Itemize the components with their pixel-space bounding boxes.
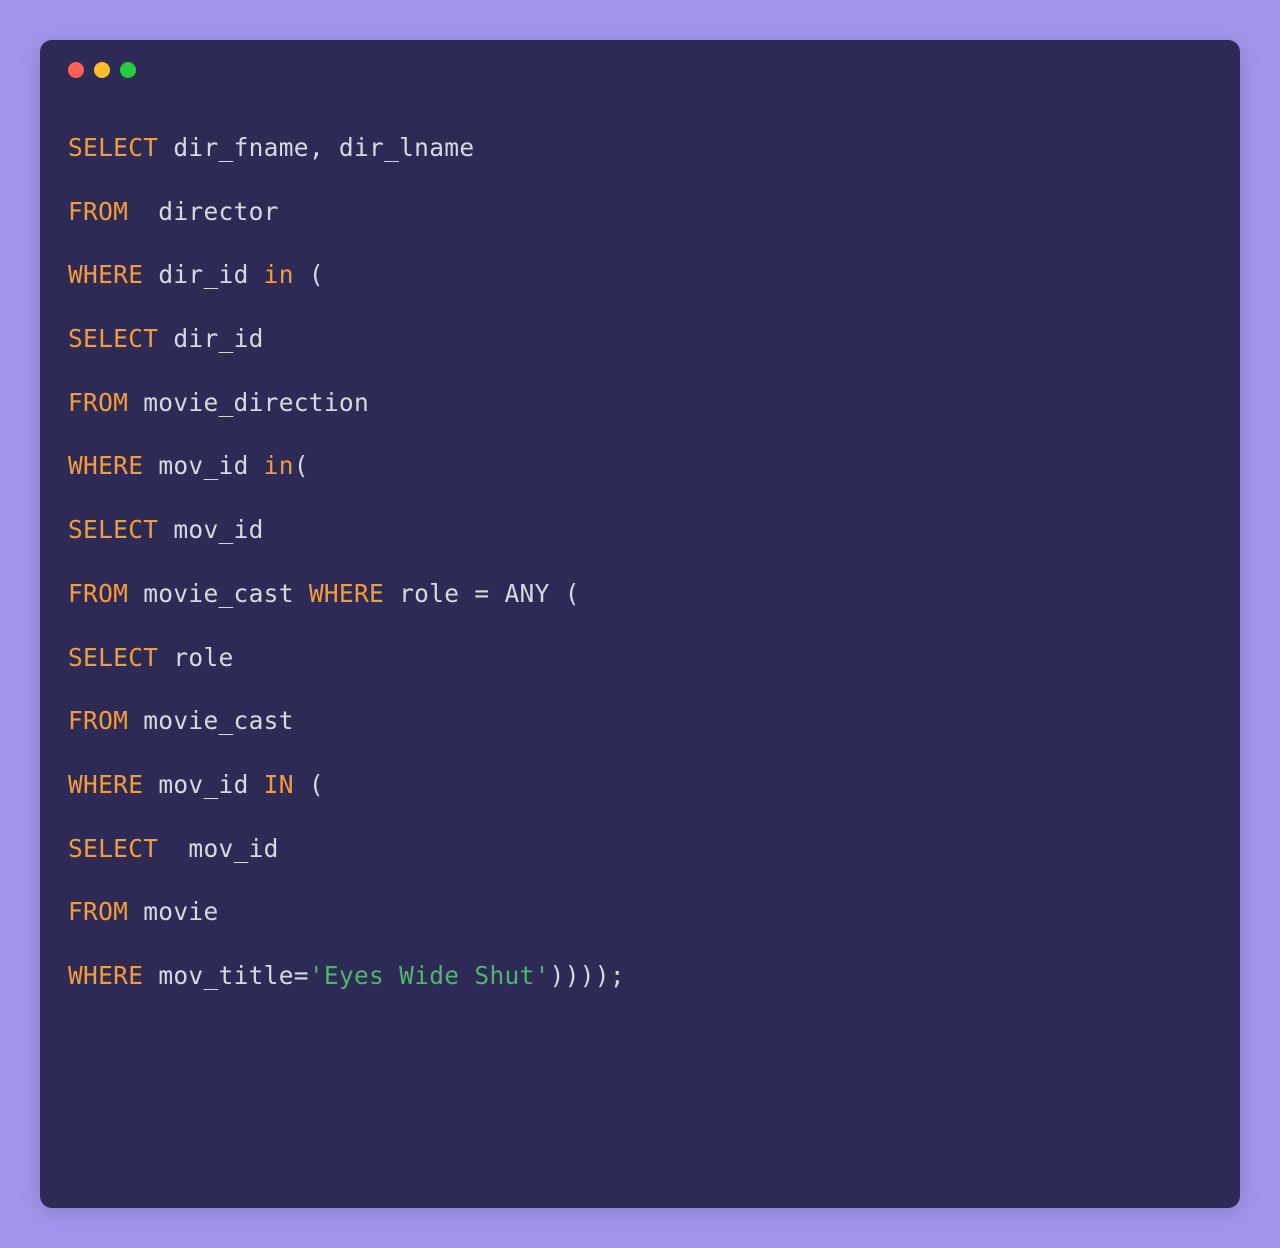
code-token-identifier: mov_id [143, 770, 263, 799]
code-token-identifier: mov_id [158, 834, 278, 863]
code-token-keyword: in [264, 451, 294, 480]
code-token-identifier: role [384, 579, 474, 608]
code-token-keyword: IN [264, 770, 294, 799]
code-token-paren: ( [294, 770, 324, 799]
code-token-operator: = [294, 961, 309, 990]
code-token-paren: ( [294, 260, 324, 289]
code-line: WHERE mov_id IN ( [68, 753, 1212, 817]
code-token-keyword: FROM [68, 388, 128, 417]
code-line: SELECT mov_id [68, 498, 1212, 562]
code-token-identifier: mov_title [143, 961, 294, 990]
code-token-paren: ( [294, 451, 309, 480]
code-token-identifier: dir_id [158, 324, 263, 353]
maximize-icon[interactable] [120, 62, 136, 78]
code-token-keyword: WHERE [68, 451, 143, 480]
code-line: FROM movie_direction [68, 371, 1212, 435]
code-line: SELECT mov_id [68, 817, 1212, 881]
code-token-keyword: FROM [68, 897, 128, 926]
code-token-identifier: director [128, 197, 279, 226]
code-token-keyword: FROM [68, 706, 128, 735]
code-token-keyword: FROM [68, 579, 128, 608]
code-token-identifier: mov_id [143, 451, 263, 480]
minimize-icon[interactable] [94, 62, 110, 78]
code-token-keyword: WHERE [68, 961, 143, 990]
code-line: WHERE mov_id in( [68, 434, 1212, 498]
code-line: FROM movie [68, 880, 1212, 944]
code-token-identifier: movie_cast [128, 579, 309, 608]
code-line: SELECT dir_id [68, 307, 1212, 371]
code-token-keyword: WHERE [68, 260, 143, 289]
code-token-keyword: SELECT [68, 643, 158, 672]
code-token-keyword: SELECT [68, 133, 158, 162]
window-titlebar [40, 40, 1240, 88]
terminal-window: SELECT dir_fname, dir_lnameFROM director… [40, 40, 1240, 1208]
code-line: WHERE dir_id in ( [68, 243, 1212, 307]
code-line: FROM director [68, 180, 1212, 244]
code-line: WHERE mov_title='Eyes Wide Shut')))); [68, 944, 1212, 1008]
code-token-identifier: dir_id [143, 260, 263, 289]
code-token-identifier: ANY ( [489, 579, 579, 608]
code-line: SELECT dir_fname, dir_lname [68, 116, 1212, 180]
code-token-identifier: mov_id [158, 515, 263, 544]
code-token-keyword: SELECT [68, 834, 158, 863]
code-token-operator: = [474, 579, 489, 608]
code-token-keyword: SELECT [68, 324, 158, 353]
code-token-keyword: FROM [68, 197, 128, 226]
code-token-identifier: dir_fname, dir_lname [158, 133, 474, 162]
code-line: FROM movie_cast WHERE role = ANY ( [68, 562, 1212, 626]
code-token-identifier: movie_direction [128, 388, 369, 417]
code-token-string: 'Eyes Wide Shut' [309, 961, 550, 990]
code-line: FROM movie_cast [68, 689, 1212, 753]
close-icon[interactable] [68, 62, 84, 78]
code-token-keyword: SELECT [68, 515, 158, 544]
code-token-keyword: WHERE [309, 579, 384, 608]
code-token-keyword: in [264, 260, 294, 289]
code-token-paren: )))); [550, 961, 625, 990]
code-token-keyword: WHERE [68, 770, 143, 799]
code-area[interactable]: SELECT dir_fname, dir_lnameFROM director… [40, 88, 1240, 1048]
code-token-identifier: role [158, 643, 233, 672]
code-token-identifier: movie_cast [128, 706, 294, 735]
code-line: SELECT role [68, 626, 1212, 690]
code-token-identifier: movie [128, 897, 218, 926]
